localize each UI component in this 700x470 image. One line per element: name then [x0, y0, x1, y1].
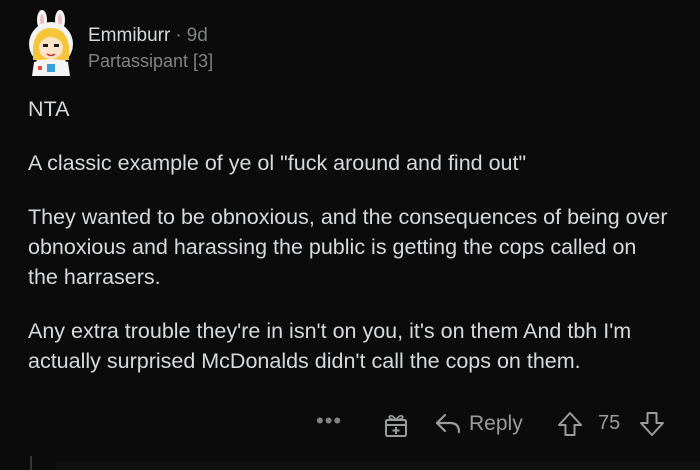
avatar[interactable]: [24, 10, 78, 76]
comment-actions: ••• Reply 75: [0, 408, 700, 440]
thread-line[interactable]: [30, 456, 32, 470]
comment-paragraph: Any extra trouble they're in isn't on yo…: [28, 319, 632, 373]
reply-arrow-icon: [435, 413, 461, 434]
reply-label: Reply: [469, 412, 523, 435]
meta-separator: ·: [175, 25, 182, 46]
comment-paragraph: A classic example of ye ol "fuck around …: [28, 151, 527, 175]
more-options-icon[interactable]: •••: [316, 408, 342, 434]
award-icon[interactable]: [383, 412, 409, 438]
comment-paragraph: NTA: [28, 97, 70, 121]
username[interactable]: Emmiburr: [88, 25, 170, 46]
avatar-icon: [29, 10, 73, 76]
comment-paragraph: They wanted to be obnoxious, and the con…: [28, 205, 668, 289]
upvote-arrow-icon[interactable]: [556, 410, 584, 444]
user-flair: Partassipant [3]: [88, 51, 214, 71]
comment: Emmiburr · 9d Partassipant [3] NTA A class…: [0, 0, 700, 470]
comment-meta: Emmiburr · 9d: [88, 24, 208, 48]
vote-score: 75: [598, 412, 621, 434]
next-comment-edge: [56, 462, 700, 470]
comment-age: 9d: [186, 25, 208, 46]
downvote-arrow-icon[interactable]: [638, 410, 666, 444]
